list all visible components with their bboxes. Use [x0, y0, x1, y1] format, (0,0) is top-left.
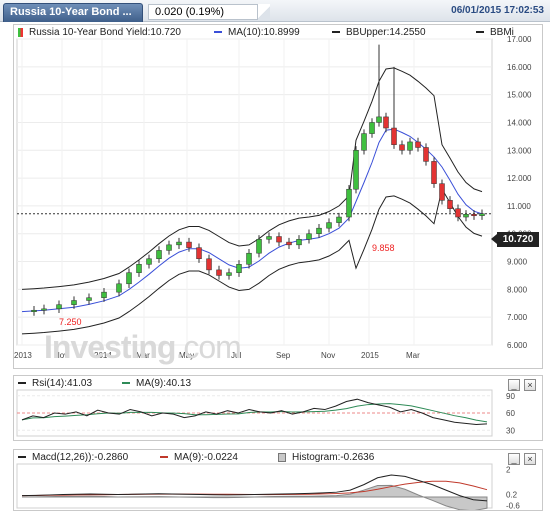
- macd-tick-label: 2: [506, 466, 511, 475]
- candle-body: [296, 239, 302, 246]
- macd-panel: Macd(12,26)):-0.2860 MA(9):-0.0224 Histo…: [13, 449, 543, 511]
- timestamp: 06/01/2015 17:02:53: [451, 5, 544, 16]
- candle-body: [407, 141, 413, 151]
- annotation-high: 9.858: [372, 243, 395, 253]
- y-tick-label: 9.000: [507, 258, 528, 267]
- candle-body: [455, 208, 461, 218]
- candle-body: [176, 241, 182, 246]
- chart-header: Russia 10-Year Bond ... 0.020 (0.19%) 06…: [0, 0, 550, 22]
- candle-body: [286, 241, 292, 246]
- macd-plot-area: [16, 463, 493, 509]
- x-tick-label: Sep: [276, 351, 291, 360]
- candle-body: [316, 227, 322, 234]
- candle-body: [56, 304, 62, 310]
- candle-body: [479, 213, 485, 216]
- candle-body: [399, 144, 405, 151]
- x-tick-label: 2015: [361, 351, 379, 360]
- candle-body: [186, 241, 192, 248]
- x-tick-label: Mar: [406, 351, 420, 360]
- last-price-tag: 10.720: [491, 232, 539, 247]
- candle-body: [306, 233, 312, 240]
- y-tick-label: 8.000: [507, 285, 528, 294]
- price-panel: Russia 10-Year Bond Yield:10.720 MA(10):…: [13, 24, 543, 369]
- y-tick-label: 6.000: [507, 341, 528, 350]
- y-tick-label: 16.000: [507, 63, 532, 72]
- candle-body: [431, 161, 437, 184]
- candle-body: [326, 222, 332, 229]
- tab-fold: [258, 4, 270, 20]
- candle-body: [391, 127, 397, 145]
- candle-body: [246, 252, 252, 265]
- price-chart[interactable]: 17.000 16.000 15.000 14.000 13.000 12.000 11.0…: [14, 25, 542, 368]
- rsi-tick-label: 30: [506, 426, 515, 435]
- candle-body: [136, 264, 142, 273]
- price-change: 0.020 (0.19%): [148, 4, 258, 20]
- macd-tick-label: -0.6: [506, 501, 520, 510]
- candle-body: [439, 183, 445, 201]
- rsi-tick-label: 60: [506, 409, 515, 418]
- candle-body: [226, 272, 232, 276]
- candle-body: [463, 214, 469, 218]
- y-tick-label: 11.000: [507, 202, 531, 211]
- candle-body: [415, 141, 421, 148]
- candle-body: [146, 258, 152, 265]
- investing-watermark: Investing.com: [44, 329, 242, 365]
- candle-body: [31, 309, 37, 312]
- candle-body: [116, 283, 122, 293]
- candle-body: [86, 297, 92, 301]
- y-tick-label: 12.000: [507, 174, 532, 183]
- instrument-tab[interactable]: Russia 10-Year Bond ...: [3, 3, 143, 22]
- candle-body: [196, 247, 202, 260]
- candle-body: [369, 122, 375, 134]
- candle-body: [126, 272, 132, 285]
- rsi-panel: Rsi(14):41.03 MA(9):40.13 _ × 90 60 30: [13, 375, 543, 441]
- candle-body: [471, 214, 477, 217]
- x-tick-label: 2013: [14, 351, 32, 360]
- candle-body: [423, 147, 429, 162]
- candle-body: [276, 236, 282, 243]
- candle-body: [41, 308, 47, 311]
- candle-body: [216, 269, 222, 276]
- y-tick-label: 17.000: [507, 35, 532, 44]
- x-tick-label: Nov: [321, 351, 335, 360]
- candle-body: [256, 239, 262, 254]
- macd-tick-label: 0.2: [506, 490, 518, 499]
- y-tick-label: 13.000: [507, 146, 532, 155]
- y-tick-label: 14.000: [507, 118, 532, 127]
- y-tick-label: 15.000: [507, 91, 532, 100]
- candle-body: [376, 116, 382, 123]
- candle-body: [361, 133, 367, 151]
- candle-body: [71, 300, 77, 305]
- candle-body: [447, 200, 453, 209]
- candle-body: [336, 216, 342, 223]
- candle-body: [383, 116, 389, 129]
- candle-body: [101, 291, 107, 298]
- candle-body: [346, 188, 352, 218]
- candle-body: [156, 250, 162, 260]
- candle-body: [166, 244, 172, 251]
- y-tick-label: 7.000: [507, 313, 528, 322]
- candle-body: [353, 150, 359, 190]
- candle-body: [266, 236, 272, 240]
- candle-body: [206, 258, 212, 271]
- macd-chart[interactable]: 2 0.2 -0.6: [14, 450, 542, 510]
- annotation-low: 7.250: [59, 317, 82, 327]
- rsi-chart[interactable]: 90 60 30: [14, 376, 542, 440]
- candle-body: [236, 264, 242, 273]
- rsi-tick-label: 90: [506, 392, 515, 401]
